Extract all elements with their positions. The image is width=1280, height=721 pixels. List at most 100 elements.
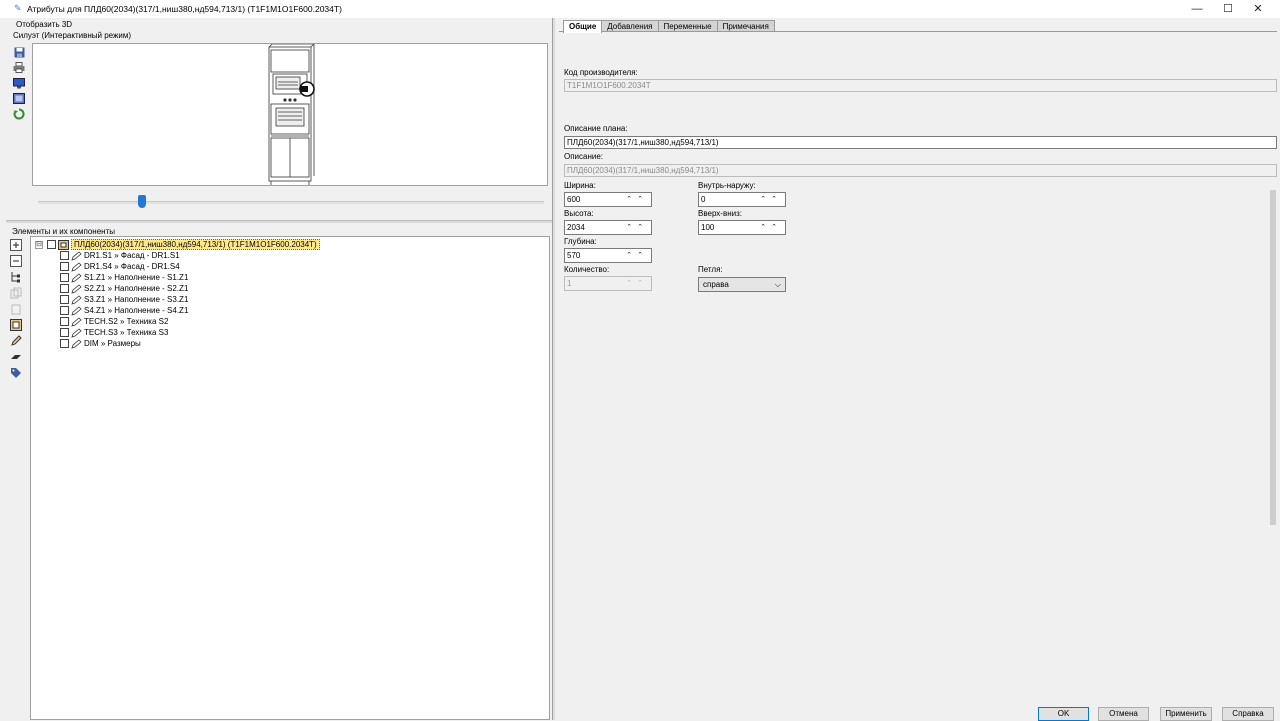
help-button[interactable]: Справка xyxy=(1222,707,1274,721)
cancel-button[interactable]: Отмена xyxy=(1098,707,1149,721)
quantity-value: 1 xyxy=(567,279,572,288)
apply-button[interactable]: Применить xyxy=(1160,707,1212,721)
edit-pencil-icon[interactable] xyxy=(9,334,23,348)
pencil-icon xyxy=(71,338,82,349)
scrollbar[interactable] xyxy=(1270,190,1276,525)
inout-spinner[interactable]: 0 ⌃⌃ xyxy=(698,192,786,207)
tree-item-label: S4.Z1 » Наполнение - S4.Z1 xyxy=(84,306,189,315)
checkbox[interactable] xyxy=(60,273,69,282)
checkbox[interactable] xyxy=(60,306,69,315)
tree-item[interactable]: S3.Z1 » Наполнение - S3.Z1 xyxy=(60,294,188,305)
checkbox[interactable] xyxy=(60,262,69,271)
updown-spinner[interactable]: 100 ⌃⌃ xyxy=(698,220,786,235)
plan-description-field[interactable]: ПЛД60(2034)(317/1,ниш380,нд594,713/1) xyxy=(564,136,1277,149)
tree-root-label: ПЛД60(2034)(317/1,ниш380,нд594,713/1) (T… xyxy=(71,239,320,250)
cabinet-silhouette-image xyxy=(268,43,315,185)
eraser-icon[interactable] xyxy=(9,350,23,364)
height-label: Высота: xyxy=(564,209,594,218)
plan-description-label: Описание плана: xyxy=(564,124,628,133)
ok-button[interactable]: OK xyxy=(1038,707,1089,721)
monitor-icon[interactable] xyxy=(12,76,26,90)
minimize-button[interactable]: — xyxy=(1182,0,1212,18)
tree-root-row[interactable]: ⊟ ПЛД60(2034)(317/1,ниш380,нд594,713/1) … xyxy=(35,239,320,250)
checkbox[interactable] xyxy=(60,284,69,293)
tree-item-label: DIM » Размеры xyxy=(84,339,141,348)
spin-arrows-icon[interactable]: ⌃⌃ xyxy=(626,222,648,234)
tree-item[interactable]: DR1.S1 » Фасад - DR1.S1 xyxy=(60,250,180,261)
close-button[interactable]: ✕ xyxy=(1243,0,1273,18)
tree-item[interactable]: S2.Z1 » Наполнение - S2.Z1 xyxy=(60,283,188,294)
description-label: Описание: xyxy=(564,152,604,161)
pencil-icon xyxy=(71,283,82,294)
pencil-icon xyxy=(71,272,82,283)
checkbox[interactable] xyxy=(60,328,69,337)
window-title: Атрибуты для ПЛД60(2034)(317/1,ниш380,нд… xyxy=(27,4,342,14)
cabinet-icon xyxy=(58,239,69,250)
left-pane: Отобразить 3D Силуэт (Интерактивный режи… xyxy=(0,18,552,720)
preview-slider-track[interactable] xyxy=(38,201,544,204)
width-spinner[interactable]: 600 ⌃⌃ xyxy=(564,192,652,207)
inout-label: Внутрь-наружу: xyxy=(698,181,756,190)
show-3d-button[interactable]: Отобразить 3D xyxy=(16,20,72,29)
checkbox[interactable] xyxy=(60,339,69,348)
checkbox[interactable] xyxy=(60,251,69,260)
refresh-icon[interactable] xyxy=(12,107,26,121)
elements-tree[interactable]: ⊟ ПЛД60(2034)(317/1,ниш380,нд594,713/1) … xyxy=(30,236,550,720)
tree-item-label: TECH.S3 » Техника S3 xyxy=(84,328,169,337)
width-label: Ширина: xyxy=(564,181,596,190)
tag-icon[interactable] xyxy=(9,366,23,380)
width-value: 600 xyxy=(567,195,581,204)
splitter[interactable] xyxy=(6,220,552,223)
tree-item[interactable]: S1.Z1 » Наполнение - S1.Z1 xyxy=(60,272,188,283)
quantity-spinner: 1 ⌃⌃ xyxy=(564,276,652,291)
hinge-value: справа xyxy=(703,280,729,289)
silhouette-label: Силуэт (Интерактивный режим) xyxy=(13,31,131,40)
tree-item[interactable]: DIM » Размеры xyxy=(60,338,141,349)
checkbox[interactable] xyxy=(47,240,56,249)
maximize-button[interactable]: ☐ xyxy=(1213,0,1243,18)
tree-item-label: DR1.S1 » Фасад - DR1.S1 xyxy=(84,251,180,260)
tree-item[interactable]: DR1.S4 » Фасад - DR1.S4 xyxy=(60,261,180,272)
checkbox[interactable] xyxy=(60,295,69,304)
depth-spinner[interactable]: 570 ⌃⌃ xyxy=(564,248,652,263)
checkbox[interactable] xyxy=(60,317,69,326)
spin-arrows-icon[interactable]: ⌃⌃ xyxy=(760,194,782,206)
silhouette-preview[interactable] xyxy=(32,43,548,186)
paste-disabled-icon xyxy=(9,302,23,316)
quantity-label: Количество: xyxy=(564,265,610,274)
tree-item[interactable]: TECH.S2 » Техника S2 xyxy=(60,316,168,327)
tree-item[interactable]: S4.Z1 » Наполнение - S4.Z1 xyxy=(60,305,188,316)
tab-general[interactable]: Общие xyxy=(563,20,603,33)
updown-value: 100 xyxy=(701,223,715,232)
elements-label: Элементы и их компоненты xyxy=(12,227,116,236)
tree-item[interactable]: TECH.S3 » Техника S3 xyxy=(60,327,168,338)
spin-arrows-icon[interactable]: ⌃⌃ xyxy=(626,194,648,206)
component-icon[interactable] xyxy=(9,318,23,332)
tree-item-label: S3.Z1 » Наполнение - S3.Z1 xyxy=(84,295,189,304)
print-icon[interactable] xyxy=(12,61,26,75)
description-field: ПЛД60(2034)(317/1,ниш380,нд594,713/1) xyxy=(564,164,1277,177)
hierarchy-icon[interactable] xyxy=(9,270,23,284)
hinge-label: Петля: xyxy=(698,265,723,274)
save-icon[interactable] xyxy=(12,45,26,59)
app-icon: ✎ xyxy=(14,3,22,13)
pencil-icon xyxy=(71,261,82,272)
manufacturer-code-label: Код производителя: xyxy=(564,68,638,77)
collapse-all-icon[interactable] xyxy=(9,254,23,268)
spin-arrows-icon[interactable]: ⌃⌃ xyxy=(760,222,782,234)
title-bar: ✎ Атрибуты для ПЛД60(2034)(317/1,ниш380,… xyxy=(0,0,1280,18)
height-spinner[interactable]: 2034 ⌃⌃ xyxy=(564,220,652,235)
preview-slider-thumb[interactable] xyxy=(138,195,146,208)
collapse-node-icon[interactable]: ⊟ xyxy=(35,240,43,249)
tree-item-label: TECH.S2 » Техника S2 xyxy=(84,317,169,326)
render-view-icon[interactable] xyxy=(12,92,26,106)
spin-arrows-icon: ⌃⌃ xyxy=(626,280,648,287)
tree-item-label: DR1.S4 » Фасад - DR1.S4 xyxy=(84,262,180,271)
tree-item-label: S1.Z1 » Наполнение - S1.Z1 xyxy=(84,273,189,282)
hinge-select[interactable]: справа ⌵ xyxy=(698,277,786,292)
pencil-icon xyxy=(71,316,82,327)
expand-all-icon[interactable] xyxy=(9,238,23,252)
tree-toolbar xyxy=(9,238,27,382)
height-value: 2034 xyxy=(567,223,585,232)
spin-arrows-icon[interactable]: ⌃⌃ xyxy=(626,250,648,262)
